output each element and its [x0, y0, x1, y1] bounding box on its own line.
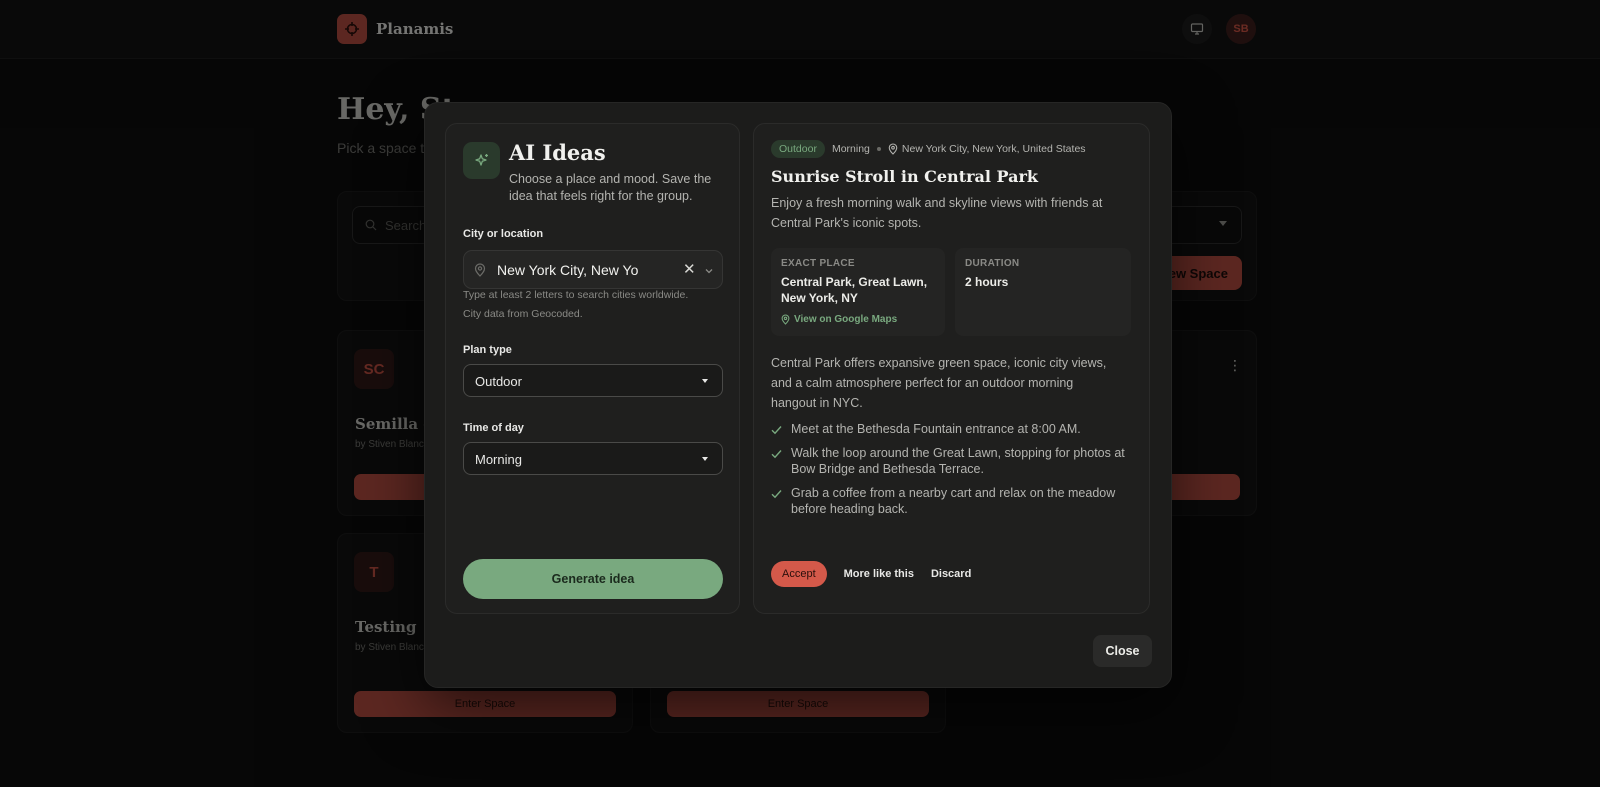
time-of-day-text: Morning [831, 143, 870, 155]
discard-button[interactable]: Discard [931, 568, 971, 580]
city-hint: Type at least 2 letters to search cities… [463, 289, 689, 301]
city-label: City or location [463, 228, 544, 240]
idea-actions: Accept More like this Discard [771, 561, 971, 587]
idea-description: Enjoy a fresh morning walk and skyline v… [771, 196, 1103, 230]
chevron-down-icon[interactable] [704, 263, 714, 281]
check-icon [771, 485, 782, 517]
plan-type-value: Outdoor [475, 374, 522, 389]
google-maps-link[interactable]: View on Google Maps [781, 314, 897, 325]
time-of-day-value: Morning [475, 452, 522, 467]
idea-location: New York City, New York, United States [901, 143, 1086, 155]
map-pin-icon [781, 314, 790, 325]
city-value: New York City, New Yo [497, 262, 639, 278]
city-source: City data from Geocoded. [463, 308, 583, 320]
map-pin-icon [888, 143, 898, 155]
check-icon [771, 445, 782, 477]
modal-title: AI Ideas [509, 140, 606, 165]
idea-step: Walk the loop around the Great Lawn, sto… [771, 445, 1126, 477]
idea-step: Grab a coffee from a nearby cart and rel… [771, 485, 1126, 517]
caret-down-icon [702, 457, 708, 461]
city-input[interactable]: New York City, New Yo ✕ [463, 250, 723, 289]
caret-down-icon [702, 379, 708, 383]
exact-place-value: Central Park, Great Lawn, New York, NY [781, 275, 928, 305]
exact-place-label: EXACT PLACE [781, 258, 855, 269]
idea-step-text: Walk the loop around the Great Lawn, sto… [791, 446, 1125, 476]
idea-title: Sunrise Stroll in Central Park [771, 167, 1039, 186]
idea-result-panel: Outdoor Morning New York City, New York,… [753, 123, 1150, 614]
accept-button[interactable]: Accept [771, 561, 827, 587]
duration-label: DURATION [965, 258, 1020, 269]
plan-type-label: Plan type [463, 344, 512, 356]
sparkles-icon [463, 142, 500, 179]
map-pin-icon [474, 263, 486, 282]
idea-meta: Outdoor Morning New York City, New York,… [771, 140, 1086, 158]
time-of-day-label: Time of day [463, 422, 524, 434]
clear-icon[interactable]: ✕ [683, 260, 696, 278]
maps-link-label: View on Google Maps [794, 314, 898, 325]
plan-type-tag: Outdoor [771, 140, 825, 158]
close-button[interactable]: Close [1093, 635, 1152, 667]
duration-value: 2 hours [965, 275, 1009, 289]
generate-idea-button[interactable]: Generate idea [463, 559, 723, 599]
plan-type-select[interactable]: Outdoor [463, 364, 723, 397]
separator-dot [876, 147, 881, 151]
ai-ideas-modal: AI Ideas Choose a place and mood. Save t… [424, 102, 1172, 688]
idea-step-text: Meet at the Bethesda Fountain entrance a… [791, 422, 1081, 436]
check-icon [771, 421, 782, 439]
duration-box: DURATION 2 hours [955, 248, 1131, 336]
idea-step: Meet at the Bethesda Fountain entrance a… [771, 421, 1126, 439]
idea-step-text: Grab a coffee from a nearby cart and rel… [791, 486, 1116, 516]
modal-subtitle: Choose a place and mood. Save the idea t… [509, 172, 712, 203]
exact-place-box: EXACT PLACE Central Park, Great Lawn, Ne… [771, 248, 945, 336]
idea-form-panel: AI Ideas Choose a place and mood. Save t… [445, 123, 740, 614]
idea-body: Central Park offers expansive green spac… [771, 356, 1107, 410]
time-of-day-select[interactable]: Morning [463, 442, 723, 475]
more-like-this-button[interactable]: More like this [844, 568, 914, 580]
